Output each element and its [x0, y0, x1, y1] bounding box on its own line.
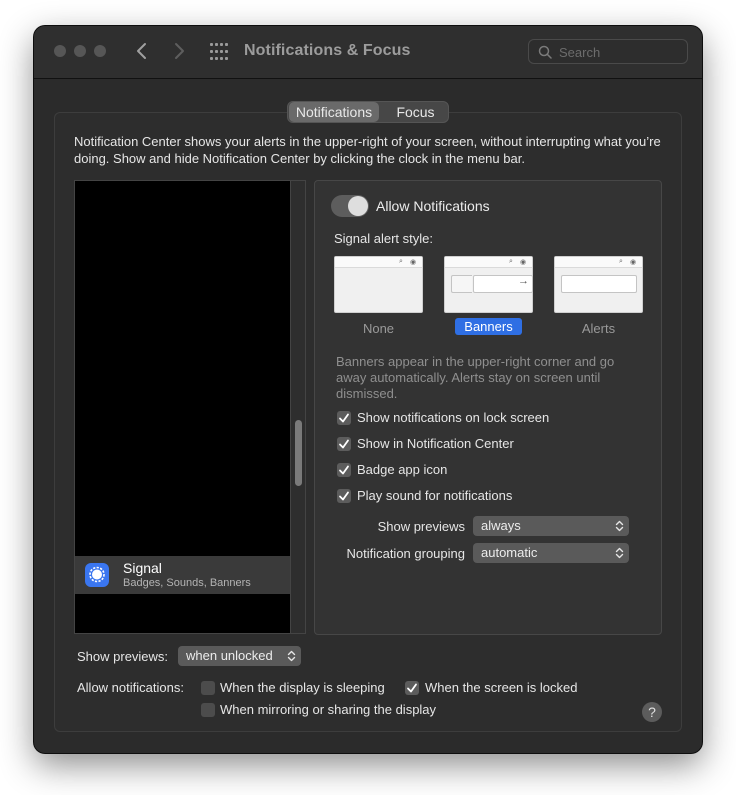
forward-button[interactable]: [168, 40, 190, 62]
arrow-right-icon: →: [518, 275, 529, 287]
checkbox-box[interactable]: [337, 437, 351, 451]
alert-style-banners-label[interactable]: Banners: [444, 318, 533, 335]
window-title: Notifications & Focus: [244, 42, 411, 59]
app-subtitle: Badges, Sounds, Banners: [123, 577, 251, 589]
checkmark-icon: [339, 413, 349, 423]
mirroring-label[interactable]: When mirroring or sharing the display: [220, 702, 436, 717]
checkbox-screen-locked[interactable]: [405, 681, 419, 695]
checkmark-icon: [339, 491, 349, 501]
title-bar: Notifications & Focus Search: [34, 26, 702, 79]
footer-show-previews-value: when unlocked: [186, 648, 273, 663]
show-previews-value: always: [481, 518, 521, 533]
grouping-value: automatic: [481, 545, 538, 560]
footer-allow-label: Allow notifications:: [77, 680, 184, 695]
control-center-icon: ◉: [630, 259, 637, 266]
updown-chevron-icon: [615, 547, 624, 559]
updown-chevron-icon: [287, 650, 296, 662]
signal-icon: [85, 563, 109, 587]
alert-style-selected: Banners: [455, 318, 522, 335]
footer-show-previews-select[interactable]: when unlocked: [178, 646, 301, 666]
checkbox-mirroring[interactable]: [201, 703, 215, 717]
show-previews-select[interactable]: always: [473, 516, 629, 536]
checkmark-icon: [407, 683, 417, 693]
show-previews-label: Show previews: [377, 519, 465, 534]
checkmark-icon: [339, 439, 349, 449]
scrollbar-thumb[interactable]: [295, 420, 302, 486]
app-list[interactable]: Signal Badges, Sounds, Banners: [74, 180, 291, 634]
checkmark-icon: [339, 465, 349, 475]
alert-style-banners-preview[interactable]: ⌕ ◉ →: [444, 256, 533, 313]
display-sleeping-label[interactable]: When the display is sleeping: [220, 680, 385, 695]
checkbox-box[interactable]: [337, 411, 351, 425]
close-window-button[interactable]: [54, 45, 66, 57]
tab-focus[interactable]: Focus: [383, 102, 448, 122]
allow-notifications-label: Allow Notifications: [376, 198, 490, 214]
checkbox-display-sleeping[interactable]: [201, 681, 215, 695]
chevron-left-icon: [137, 43, 146, 59]
control-center-icon: ◉: [410, 259, 417, 266]
app-settings-panel: Allow Notifications Signal alert style: …: [314, 180, 662, 635]
checkbox-label: Show in Notification Center: [357, 436, 514, 451]
checkbox-box[interactable]: [337, 463, 351, 477]
tab-notifications[interactable]: Notifications: [289, 102, 379, 122]
search-icon: ⌕: [619, 258, 623, 265]
app-name: Signal: [123, 560, 162, 576]
app-list-scrollbar[interactable]: [291, 180, 306, 634]
search-icon: [538, 45, 552, 59]
grouping-label: Notification grouping: [346, 546, 465, 561]
preferences-window: Notifications & Focus Search Notificatio…: [34, 26, 702, 753]
updown-chevron-icon: [615, 520, 624, 532]
alert-style-none-preview[interactable]: ⌕ ◉: [334, 256, 423, 313]
alert-style-alerts-preview[interactable]: ⌕ ◉: [554, 256, 643, 313]
grouping-select[interactable]: automatic: [473, 543, 629, 563]
alert-style-hint: Banners appear in the upper-right corner…: [336, 354, 615, 401]
search-icon: ⌕: [399, 258, 403, 265]
checkbox-label: Show notifications on lock screen: [357, 410, 550, 425]
chevron-right-icon: [175, 43, 184, 59]
control-center-icon: ◉: [520, 259, 527, 266]
search-icon: ⌕: [509, 258, 513, 265]
back-button[interactable]: [131, 40, 153, 62]
description-text: Notification Center shows your alerts in…: [74, 134, 661, 166]
zoom-window-button[interactable]: [94, 45, 106, 57]
alert-style-alerts-label[interactable]: Alerts: [554, 321, 643, 336]
minimize-window-button[interactable]: [74, 45, 86, 57]
checkbox-label: Badge app icon: [357, 462, 448, 477]
search-field[interactable]: Search: [528, 39, 688, 64]
checkbox-label: Play sound for notifications: [357, 488, 513, 503]
checkbox-box[interactable]: [337, 489, 351, 503]
help-button[interactable]: ?: [642, 702, 662, 722]
alert-style-label: Signal alert style:: [334, 231, 433, 246]
search-placeholder: Search: [559, 45, 601, 60]
alert-style-none-label[interactable]: None: [334, 321, 423, 336]
toggle-knob: [348, 196, 368, 216]
footer-show-previews-label: Show previews:: [77, 649, 169, 664]
screen-locked-label[interactable]: When the screen is locked: [425, 680, 577, 695]
show-all-grid-icon[interactable]: [210, 43, 229, 60]
app-list-item-signal[interactable]: Signal Badges, Sounds, Banners: [75, 556, 290, 594]
tab-bar: Notifications Focus: [287, 101, 449, 123]
allow-notifications-toggle[interactable]: [331, 195, 369, 217]
